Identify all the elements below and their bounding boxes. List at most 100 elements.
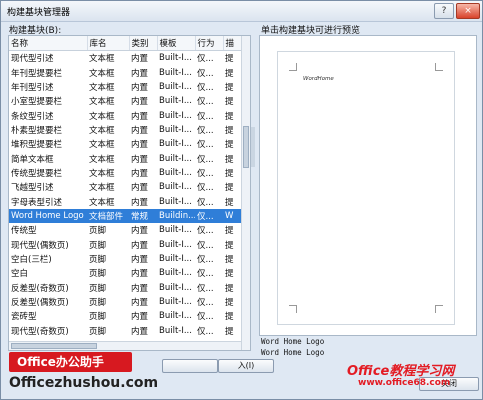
building-blocks-list[interactable]: 名称 库名 类别 模板 行为 描 现代型引述 文本框 内置 Built-I... 仅..…: [8, 35, 251, 351]
table-row[interactable]: 条纹型引述 文本框 内置 Built-I... 仅... 提: [9, 108, 245, 122]
cell-name: 年刊型提要栏: [11, 68, 63, 79]
table-row[interactable]: 传统型 页脚 内置 Built-I... 仅... 提: [9, 223, 245, 237]
cell-template: Built-I...: [159, 182, 192, 193]
cell-template: Built-I...: [159, 311, 192, 322]
cell-behavior: 仅...: [197, 140, 214, 151]
cell-name: 传统型提要栏: [11, 168, 63, 179]
cell-gallery: 页脚: [89, 326, 107, 337]
table-row[interactable]: 飞越型引述 文本框 内置 Built-I... 仅... 提: [9, 180, 245, 194]
table-row[interactable]: 反差型(奇数页) 页脚 内置 Built-I... 仅... 提: [9, 281, 245, 295]
cell-template: Built-I...: [159, 253, 192, 264]
cell-template: Built-I...: [159, 153, 192, 164]
column-header-category[interactable]: 类别: [129, 36, 158, 51]
cell-name: 现代型(偶数页): [11, 240, 69, 251]
cell-template: Built-I...: [159, 67, 192, 78]
table-row[interactable]: 小室型提要栏 文本框 内置 Built-I... 仅... 提: [9, 94, 245, 108]
cell-template: Built-I...: [159, 268, 192, 279]
cell-behavior: 仅...: [197, 197, 214, 208]
table-row[interactable]: 反差型(偶数页) 页脚 内置 Built-I... 仅... 提: [9, 295, 245, 309]
cell-name: 朴素型提要栏: [11, 125, 63, 136]
cell-behavior: 仅...: [197, 111, 214, 122]
cell-template: Built-I...: [159, 53, 192, 64]
table-row[interactable]: 现代型(奇数页) 页脚 内置 Built-I... 仅... 提: [9, 324, 245, 338]
cell-category: 内置: [131, 326, 149, 337]
table-row[interactable]: 瓷砖型 页脚 内置 Built-I... 仅... 提: [9, 309, 245, 323]
cell-name: 飞越型引述: [11, 183, 54, 194]
close-window-button[interactable]: ×: [456, 3, 480, 19]
table-row[interactable]: 传统型提要栏 文本框 内置 Built-I... 仅... 提: [9, 166, 245, 180]
cell-name: 年刊型引述: [11, 82, 54, 93]
cell-gallery: 文本框: [89, 154, 115, 165]
table-row[interactable]: 年刊型引述 文本框 内置 Built-I... 仅... 提: [9, 80, 245, 94]
cell-category: 内置: [131, 154, 149, 165]
cell-name: 字母表型引述: [11, 197, 63, 208]
cell-category: 内置: [131, 197, 149, 208]
cell-template: Built-I...: [159, 167, 192, 178]
building-blocks-table: 名称 库名 类别 模板 行为 描 现代型引述 文本框 内置 Built-I... 仅..…: [9, 36, 246, 338]
panel-splitter[interactable]: [250, 127, 256, 167]
horizontal-scrollbar[interactable]: [9, 341, 241, 350]
cell-behavior: 仅...: [197, 154, 214, 165]
margin-corner-mark: [289, 63, 297, 71]
cell-category: 常规: [129, 208, 157, 224]
cell-name: 空白: [11, 269, 29, 280]
cell-gallery: 页脚: [89, 240, 107, 251]
cell-behavior: 仅...: [197, 168, 214, 179]
cell-template: Built-I...: [159, 325, 192, 336]
cell-template: Built-I...: [159, 297, 192, 308]
cell-name: 小室型提要栏: [11, 97, 63, 108]
column-header-gallery[interactable]: 库名: [87, 36, 130, 51]
table-row[interactable]: 空白 页脚 内置 Built-I... 仅... 提: [9, 266, 245, 280]
cell-name: 现代型(奇数页): [11, 326, 69, 337]
cell-gallery: 文本框: [89, 125, 115, 136]
margin-corner-mark: [435, 305, 443, 313]
insert-button[interactable]: 入(I): [218, 359, 274, 373]
cell-behavior: 仅...: [197, 68, 214, 79]
watermark-url: www.office68.com: [358, 378, 451, 388]
cell-category: 内置: [131, 312, 149, 323]
cell-category: 内置: [131, 82, 149, 93]
cell-name: Word Home Logo: [9, 208, 87, 224]
cell-gallery: 页脚: [89, 312, 107, 323]
preview-page: WordHome: [277, 51, 455, 325]
table-row[interactable]: 堆积型提要栏 文本框 内置 Built-I... 仅... 提: [9, 137, 245, 151]
cell-gallery: 文档部件: [87, 208, 129, 224]
table-row[interactable]: 现代型引述 文本框 内置 Built-I... 仅... 提: [9, 51, 245, 66]
table-row[interactable]: 简单文本框 文本框 内置 Built-I... 仅... 提: [9, 151, 245, 165]
preview-block-description: Word Home Logo: [261, 348, 325, 357]
table-row[interactable]: 空白(三栏) 页脚 内置 Built-I... 仅... 提: [9, 252, 245, 266]
cell-name: 堆积型提要栏: [11, 140, 63, 151]
table-row[interactable]: 现代型(偶数页) 页脚 内置 Built-I... 仅... 提: [9, 237, 245, 251]
cell-name: 现代型引述: [11, 54, 54, 65]
cell-behavior: 仅...: [197, 326, 214, 337]
cell-gallery: 文本框: [89, 183, 115, 194]
cell-name: 反差型(奇数页): [11, 283, 69, 294]
margin-corner-mark: [289, 305, 297, 313]
cell-behavior: 仅...: [197, 312, 214, 323]
cell-behavior: 仅...: [197, 82, 214, 93]
vertical-scroll-thumb[interactable]: [243, 126, 249, 168]
help-button[interactable]: ?: [434, 3, 454, 19]
horizontal-scroll-thumb[interactable]: [11, 343, 97, 349]
building-blocks-organizer-window: 构建基块管理器 ? × 构建基块(B): 单击构建基块可进行预览 名称 库名 类…: [0, 0, 483, 400]
column-header-name[interactable]: 名称: [9, 36, 88, 51]
selected-table-row[interactable]: Word Home Logo 文档部件 常规 Buildin... 仅... W: [9, 208, 245, 224]
table-row[interactable]: 朴素型提要栏 文本框 内置 Built-I... 仅... 提: [9, 123, 245, 137]
cell-behavior: 仅...: [197, 226, 214, 237]
cell-gallery: 文本框: [89, 54, 115, 65]
watermark-right-title: Office教程学习网: [347, 364, 455, 379]
column-header-behavior[interactable]: 行为: [195, 36, 224, 51]
table-row[interactable]: 年刊型提要栏 文本框 内置 Built-I... 仅... 提: [9, 65, 245, 79]
cell-gallery: 页脚: [89, 254, 107, 265]
cell-name: 反差型(偶数页): [11, 298, 69, 309]
cell-behavior: 仅...: [197, 269, 214, 280]
edit-properties-button[interactable]: [162, 359, 218, 373]
cell-category: 内置: [131, 298, 149, 309]
cell-template: Built-I...: [159, 139, 192, 150]
cell-template: Built-I...: [159, 196, 192, 207]
preview-block-name: Word Home Logo: [261, 337, 325, 346]
table-row[interactable]: 字母表型引述 文本框 内置 Built-I... 仅... 提: [9, 194, 245, 208]
vertical-scrollbar[interactable]: [241, 36, 250, 350]
cell-name: 瓷砖型: [11, 312, 37, 323]
column-header-template[interactable]: 模板: [157, 36, 196, 51]
